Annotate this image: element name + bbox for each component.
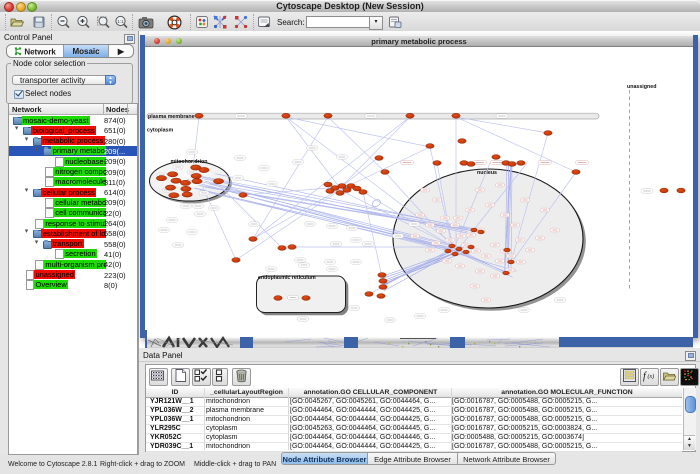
- svg-text:mitochondrion: mitochondrion: [170, 159, 207, 165]
- svg-text:f: f: [643, 371, 647, 382]
- svg-text:(x): (x): [648, 373, 655, 380]
- svg-text:1:1: 1:1: [117, 19, 124, 24]
- svg-text:plasma membrane: plasma membrane: [148, 114, 195, 120]
- svg-text:unassigned: unassigned: [627, 84, 656, 90]
- svg-text:endoplasmic reticulum: endoplasmic reticulum: [258, 275, 316, 281]
- svg-text:cytoplasm: cytoplasm: [147, 128, 173, 134]
